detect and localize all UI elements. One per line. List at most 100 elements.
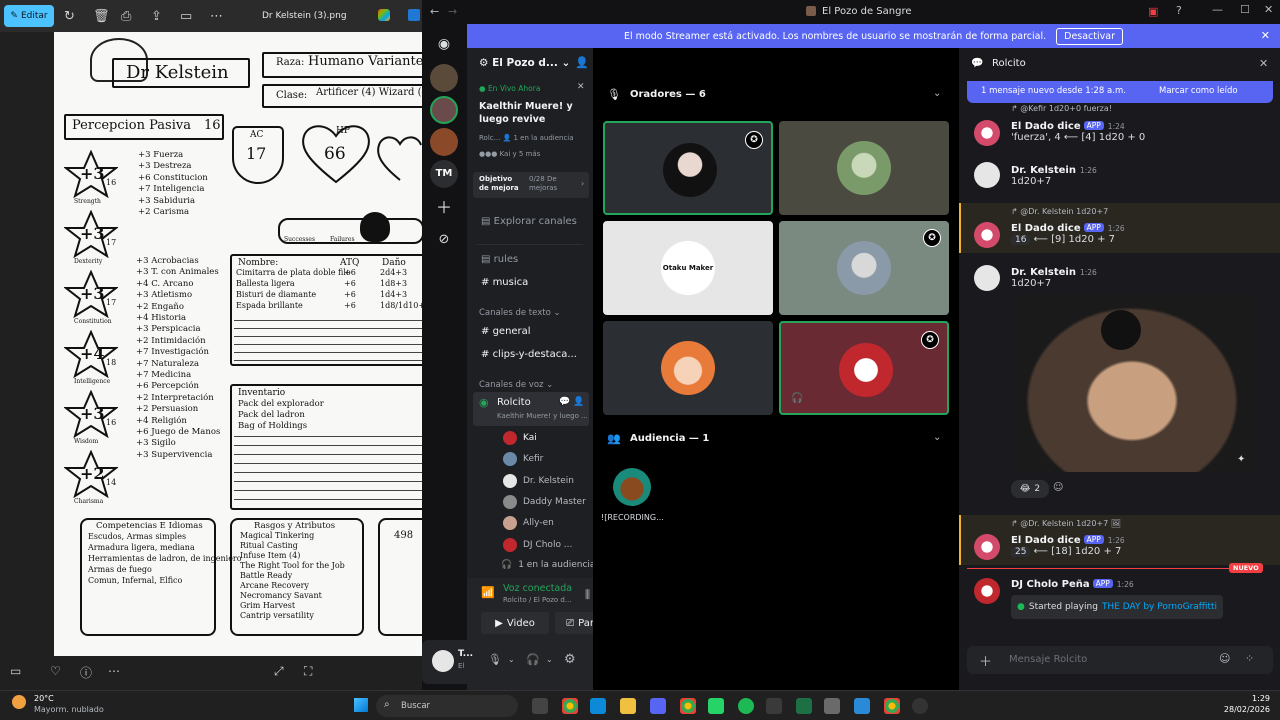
spotify-icon[interactable] <box>738 698 754 714</box>
deactivate-button[interactable]: Desactivar <box>1056 27 1123 45</box>
channel-general[interactable]: # general <box>481 326 531 337</box>
delete-icon[interactable]: 🗑 <box>93 6 110 26</box>
song-link[interactable]: THE DAY by PornoGraffitti <box>1102 602 1217 612</box>
message-input[interactable]: ＋ Mensaje Rolcito ☺ ⁘ <box>967 646 1273 674</box>
collapse-icon[interactable]: ⌄ <box>933 432 941 443</box>
server-icon[interactable] <box>430 96 458 124</box>
add-member-icon[interactable]: 👤 <box>573 397 584 407</box>
collapse-icon[interactable]: ⌄ <box>933 88 941 99</box>
help-icon[interactable]: ? <box>1176 4 1182 17</box>
explore-channels[interactable]: ▤ Explorar canales <box>481 216 577 227</box>
search-box[interactable]: ⌕ Buscar <box>376 695 518 717</box>
start-icon[interactable] <box>354 698 368 712</box>
edge-icon[interactable] <box>590 698 606 714</box>
apps-icon[interactable]: ⁘ <box>1245 652 1254 665</box>
voice-user[interactable]: Kefir <box>503 452 543 467</box>
close-icon[interactable]: ✕ <box>1264 3 1273 16</box>
avatar[interactable] <box>432 650 454 672</box>
favorite-icon[interactable]: ♡ <box>50 664 61 678</box>
noise-icon[interactable]: ⫼ <box>585 588 590 602</box>
filmstrip-icon[interactable]: ▭ <box>10 664 21 678</box>
reaction[interactable]: 😂 2 <box>1011 480 1049 498</box>
add-attachment-icon[interactable]: ＋ <box>979 651 992 670</box>
close-card-icon[interactable]: ✕ <box>577 82 585 92</box>
microphone-icon[interactable]: 🎙 <box>488 653 502 666</box>
emoji-icon[interactable]: ☺ <box>1219 652 1230 665</box>
add-reaction-icon[interactable]: ☺ <box>1053 482 1063 493</box>
more-icon[interactable]: ⋯ <box>210 6 223 26</box>
share-icon[interactable]: ⇪ <box>151 6 162 26</box>
speaker-tile[interactable] <box>603 321 773 415</box>
voice-user[interactable]: Dr. Kelstein <box>503 473 574 488</box>
slideshow-icon[interactable]: ▭ <box>180 6 192 26</box>
avatar[interactable] <box>974 120 1000 146</box>
speaker-tile[interactable]: ✪ <box>779 221 949 315</box>
invite-icon[interactable]: 👤 <box>575 56 589 69</box>
discover-icon[interactable]: ⊘ <box>430 226 458 254</box>
avatar[interactable] <box>613 468 651 506</box>
photos-icon[interactable] <box>854 698 870 714</box>
weather-icon[interactable] <box>12 695 26 709</box>
speaker-tile[interactable]: Otaku Maker <box>603 221 773 315</box>
voice-user[interactable]: Kai <box>503 431 537 445</box>
discord-icon[interactable] <box>650 698 666 714</box>
print-icon[interactable]: ⎙ <box>121 6 131 26</box>
avatar[interactable] <box>974 534 1000 560</box>
speaker-tile[interactable]: ✪ 🎧 <box>779 321 949 415</box>
chrome-icon[interactable] <box>884 698 900 714</box>
edit-button[interactable]: ✎ Editar <box>4 5 54 27</box>
whatsapp-icon[interactable] <box>708 698 724 714</box>
live-stage-card[interactable]: ● En Vivo Ahora ✕ Kaelthir Muere! y lueg… <box>473 80 589 168</box>
app-icon[interactable] <box>766 698 782 714</box>
voice-user[interactable]: Ally-en <box>503 516 554 531</box>
headphones-icon[interactable]: 🎧 <box>526 653 540 666</box>
minimize-icon[interactable]: — <box>1212 3 1223 16</box>
obs-icon[interactable] <box>912 698 928 714</box>
discord-home-icon[interactable]: ◉ <box>430 30 458 58</box>
boost-goal[interactable]: Objetivo de mejora 0/28 De mejoras › <box>473 172 589 198</box>
task-view-icon[interactable] <box>532 698 548 714</box>
file-explorer-icon[interactable] <box>620 698 636 714</box>
inbox-icon[interactable]: ▣ <box>1148 5 1158 18</box>
more-icon[interactable]: ⋯ <box>108 664 120 678</box>
avatar[interactable] <box>974 265 1000 291</box>
close-banner-icon[interactable]: ✕ <box>1261 29 1270 42</box>
mark-read-button[interactable]: Marcar como leído <box>1159 86 1238 96</box>
activity-card[interactable]: ● Started playing THE DAY by PornoGraffi… <box>1011 595 1223 619</box>
excel-icon[interactable] <box>796 698 812 714</box>
add-server-icon[interactable]: ＋ <box>430 194 458 222</box>
copilot-icon[interactable] <box>378 9 390 21</box>
server-icon[interactable] <box>430 64 458 92</box>
settings-gear-icon[interactable]: ⚙ <box>564 652 576 667</box>
voice-channel-rolcito[interactable]: ◉ Rolcito Kaelthir Muere! y luego ... 💬 … <box>473 392 589 426</box>
chat-icon[interactable]: 💬 <box>559 397 570 407</box>
channel-musica[interactable]: # musica <box>481 277 528 288</box>
new-messages-banner[interactable]: 1 mensaje nuevo desde 1:28 a.m. Marcar c… <box>967 81 1273 103</box>
server-icon[interactable] <box>430 128 458 156</box>
chevron-down-icon[interactable]: ⌄ <box>546 655 553 664</box>
server-tm[interactable]: TM <box>430 160 458 188</box>
chevron-down-icon[interactable]: ⌄ <box>508 655 515 664</box>
category-text[interactable]: Canales de texto ⌄ <box>479 308 561 318</box>
back-icon[interactable]: ← <box>430 5 439 18</box>
category-voice[interactable]: Canales de voz ⌄ <box>479 380 553 390</box>
avatar[interactable] <box>974 162 1000 188</box>
channel-rules[interactable]: ▤ rules <box>481 254 518 265</box>
forward-icon[interactable]: → <box>448 5 457 18</box>
maximize-icon[interactable]: ☐ <box>1240 3 1250 16</box>
video-button[interactable]: ▶ Video <box>481 612 549 634</box>
rotate-icon[interactable]: ↻ <box>64 6 75 26</box>
fullscreen-icon[interactable]: ⛶ <box>304 664 312 679</box>
image-attachment[interactable]: ✦ <box>1011 294 1253 472</box>
fit-icon[interactable]: ⤢ <box>274 664 284 679</box>
speaker-tile[interactable]: ✪ <box>603 121 773 215</box>
app-icon[interactable] <box>408 9 420 21</box>
notepad-icon[interactable] <box>824 698 840 714</box>
voice-user[interactable]: DJ Cholo ... <box>503 537 572 552</box>
speaker-tile[interactable] <box>779 121 949 215</box>
voice-user[interactable]: Daddy Master <box>503 494 586 509</box>
close-icon[interactable]: ✕ <box>1259 57 1268 70</box>
server-name[interactable]: ⚙ El Pozo d... ⌄ <box>479 57 570 69</box>
channel-clips[interactable]: # clips-y-destaca... <box>481 349 577 360</box>
avatar[interactable] <box>974 222 1000 248</box>
